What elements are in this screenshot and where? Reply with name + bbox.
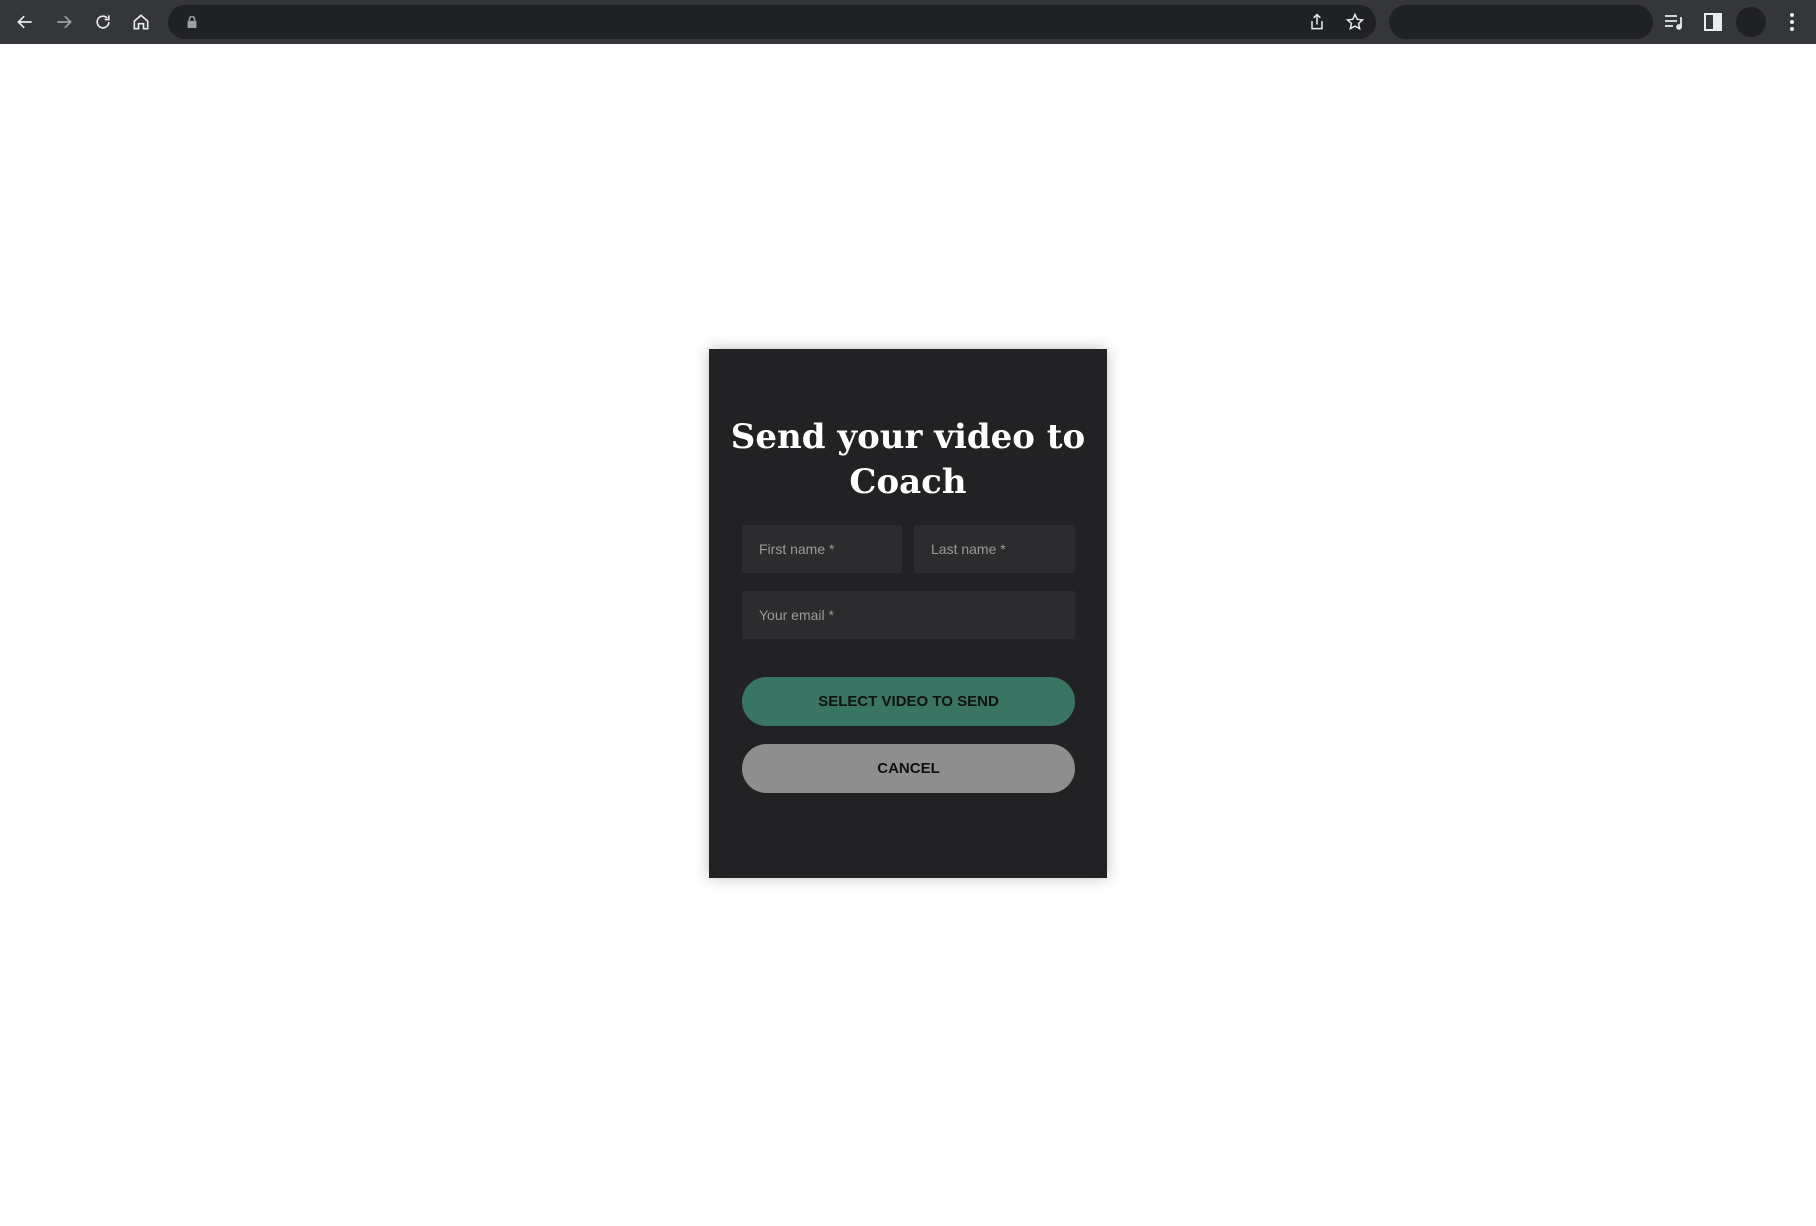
lock-icon bbox=[187, 15, 197, 28]
arrow-left-icon bbox=[17, 15, 32, 29]
media-control-icon[interactable] bbox=[1662, 10, 1686, 34]
email-field[interactable] bbox=[742, 591, 1075, 639]
address-bar[interactable] bbox=[168, 5, 1376, 39]
star-icon[interactable] bbox=[1345, 12, 1365, 32]
last-name-field[interactable] bbox=[914, 525, 1075, 573]
arrow-right-icon bbox=[57, 15, 72, 29]
select-video-button[interactable]: SELECT VIDEO TO SEND bbox=[742, 677, 1075, 726]
reload-icon bbox=[96, 15, 110, 29]
first-name-field[interactable] bbox=[742, 525, 902, 573]
side-panel-icon[interactable] bbox=[1701, 10, 1725, 34]
share-icon[interactable] bbox=[1307, 12, 1327, 32]
avatar[interactable] bbox=[1736, 7, 1766, 37]
browser-toolbar bbox=[0, 0, 1816, 44]
send-video-modal: Send your video to Coach SELECT VIDEO TO… bbox=[709, 349, 1107, 878]
modal-title: Send your video to Coach bbox=[730, 417, 1086, 502]
back-button[interactable] bbox=[9, 6, 41, 38]
cancel-button[interactable]: CANCEL bbox=[742, 744, 1075, 793]
home-icon bbox=[133, 14, 149, 30]
reload-button[interactable] bbox=[87, 6, 119, 38]
home-button[interactable] bbox=[125, 6, 157, 38]
forward-button[interactable] bbox=[48, 6, 80, 38]
extension-area bbox=[1389, 5, 1653, 39]
kebab-menu-icon[interactable] bbox=[1780, 10, 1804, 34]
